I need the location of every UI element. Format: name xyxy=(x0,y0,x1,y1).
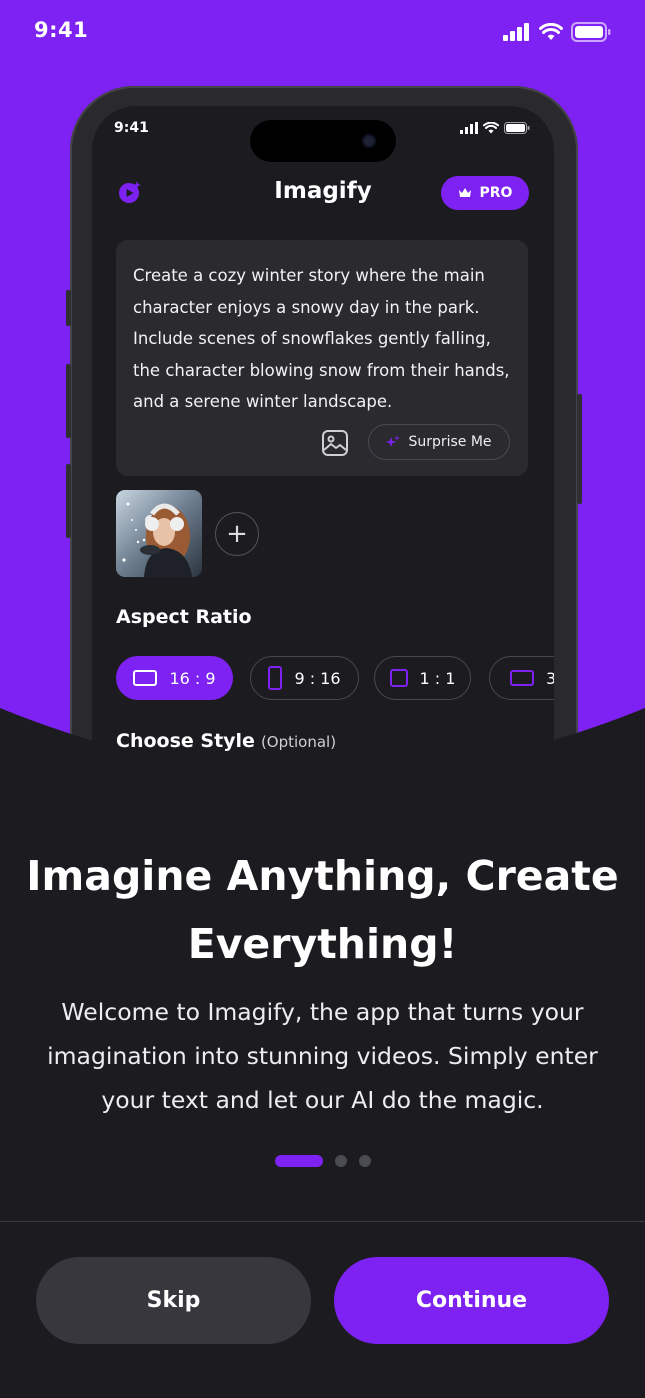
ratio-label: 1 : 1 xyxy=(419,668,456,688)
ratio-label: 3 xyxy=(546,668,554,688)
ratio-label: 9 : 16 xyxy=(294,668,341,688)
divider xyxy=(0,1221,645,1222)
status-time: 9:41 xyxy=(34,18,89,42)
status-icons xyxy=(503,22,611,42)
wifi-icon xyxy=(483,122,499,134)
ratio-option-1-1[interactable]: 1 : 1 xyxy=(374,656,471,700)
choose-style-title: Choose Style (Optional) xyxy=(116,730,336,752)
landscape-ratio-icon xyxy=(510,670,534,686)
surprise-me-label: Surprise Me xyxy=(408,434,492,450)
surprise-me-button[interactable]: Surprise Me xyxy=(368,424,510,460)
onboarding-headline: Imagine Anything, Create Everything! xyxy=(0,842,645,978)
ratio-option-9-16[interactable]: 9 : 16 xyxy=(250,656,359,700)
page-dot-active[interactable] xyxy=(275,1155,323,1167)
phone-screen: 9:41 Imagify PRO Create a cozy winter st… xyxy=(92,106,554,866)
ratio-option-partial[interactable]: 3 xyxy=(489,656,554,700)
phone-status-time: 9:41 xyxy=(114,120,149,136)
aspect-ratio-title: Aspect Ratio xyxy=(116,606,252,628)
status-bar: 9:41 xyxy=(0,0,645,64)
continue-label: Continue xyxy=(415,1288,528,1313)
add-image-button[interactable]: + xyxy=(215,512,259,556)
page-dot[interactable] xyxy=(359,1155,371,1167)
camera-icon xyxy=(362,134,376,148)
landscape-ratio-icon xyxy=(133,670,158,686)
prompt-text-area[interactable]: Create a cozy winter story where the mai… xyxy=(133,260,515,418)
pro-button[interactable]: PRO xyxy=(441,176,529,210)
battery-icon xyxy=(504,122,530,134)
choose-style-label: Choose Style xyxy=(116,730,255,752)
headline-line: Everything! xyxy=(187,920,458,968)
crown-icon xyxy=(458,188,471,197)
onboarding-description: Welcome to Imagify, the app that turns y… xyxy=(40,990,605,1122)
ratio-label: 16 : 9 xyxy=(169,668,216,688)
phone-status-icons xyxy=(460,122,530,134)
description-line: Welcome to Imagify, the app that turns y… xyxy=(61,998,584,1026)
image-icon[interactable] xyxy=(320,428,350,458)
wifi-icon xyxy=(539,23,563,40)
portrait-ratio-icon xyxy=(268,666,283,690)
page-dot[interactable] xyxy=(335,1155,347,1167)
phone-side-button xyxy=(66,364,71,438)
description-line: imagination into stunning videos. Simply… xyxy=(47,1042,598,1070)
winter-portrait-image xyxy=(116,490,202,577)
pro-label: PRO xyxy=(479,185,513,201)
page-indicator xyxy=(275,1155,371,1167)
phone-side-button xyxy=(577,394,582,504)
sparkle-icon xyxy=(386,435,401,447)
continue-button[interactable]: Continue xyxy=(334,1257,609,1344)
dynamic-island xyxy=(250,120,396,162)
reference-image-thumbnail[interactable] xyxy=(116,490,202,577)
description-line: your text and let our AI do the magic. xyxy=(101,1086,544,1114)
phone-side-button xyxy=(66,464,71,538)
ratio-option-16-9[interactable]: 16 : 9 xyxy=(116,656,233,700)
skip-button[interactable]: Skip xyxy=(36,1257,311,1344)
prompt-card[interactable]: Create a cozy winter story where the mai… xyxy=(116,240,528,476)
headline-line: Imagine Anything, Create xyxy=(26,852,619,900)
plus-icon: + xyxy=(226,519,248,549)
cellular-signal-icon xyxy=(460,122,478,134)
phone-side-button xyxy=(66,290,71,326)
skip-label: Skip xyxy=(146,1288,201,1313)
square-ratio-icon xyxy=(389,669,408,687)
optional-label: (Optional) xyxy=(260,733,337,751)
cellular-signal-icon xyxy=(503,23,529,41)
battery-icon xyxy=(571,22,611,42)
